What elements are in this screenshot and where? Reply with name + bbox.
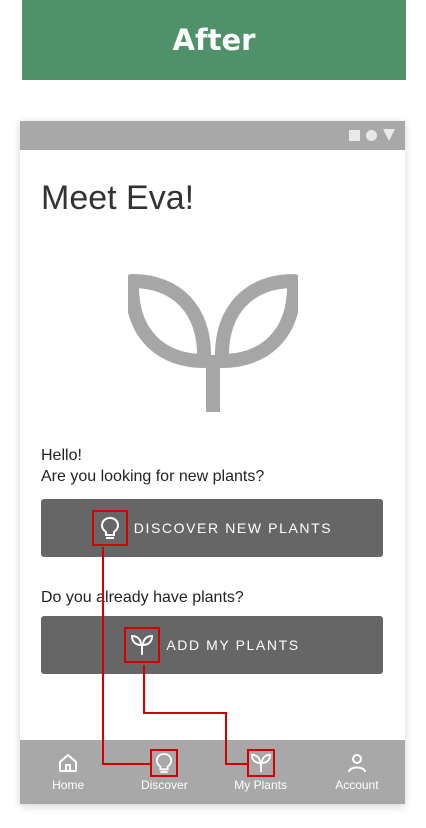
discover-new-plants-button[interactable]: DISCOVER NEW PLANTS xyxy=(41,499,383,557)
add-button-label: ADD MY PLANTS xyxy=(166,637,300,653)
home-icon xyxy=(54,749,82,777)
page-title: Meet Eva! xyxy=(41,179,195,217)
square-icon xyxy=(349,129,360,141)
phone-mockup: Meet Eva! Hello! Are you looking for new… xyxy=(20,121,405,804)
greeting-line-2: Are you looking for new plants? xyxy=(41,468,265,485)
nav-label-account: Account xyxy=(335,778,379,792)
circle-icon xyxy=(366,129,377,141)
bottom-nav: Home Discover My Plants Account xyxy=(20,740,405,804)
lightbulb-icon xyxy=(91,510,128,546)
sprout-icon xyxy=(128,274,298,412)
greeting-line-1: Hello! xyxy=(41,447,82,464)
user-icon xyxy=(343,749,371,777)
sprout-icon xyxy=(246,749,275,777)
nav-item-account[interactable]: Account xyxy=(309,740,405,804)
banner-title: After xyxy=(172,23,256,57)
nav-item-home[interactable]: Home xyxy=(20,740,116,804)
discover-button-label: DISCOVER NEW PLANTS xyxy=(133,520,333,536)
nav-label-home: Home xyxy=(52,778,85,792)
nav-item-discover[interactable]: Discover xyxy=(116,740,212,804)
add-my-plants-button[interactable]: ADD MY PLANTS xyxy=(41,616,383,674)
triangle-icon xyxy=(383,129,395,141)
sprout-icon xyxy=(124,627,161,663)
nav-label-my-plants: My Plants xyxy=(234,778,287,792)
after-banner: After xyxy=(22,0,406,80)
status-bar xyxy=(20,121,405,150)
nav-label-discover: Discover xyxy=(141,778,188,792)
question-text: Do you already have plants? xyxy=(41,589,244,606)
nav-item-my-plants[interactable]: My Plants xyxy=(213,740,309,804)
lightbulb-icon xyxy=(150,749,179,777)
